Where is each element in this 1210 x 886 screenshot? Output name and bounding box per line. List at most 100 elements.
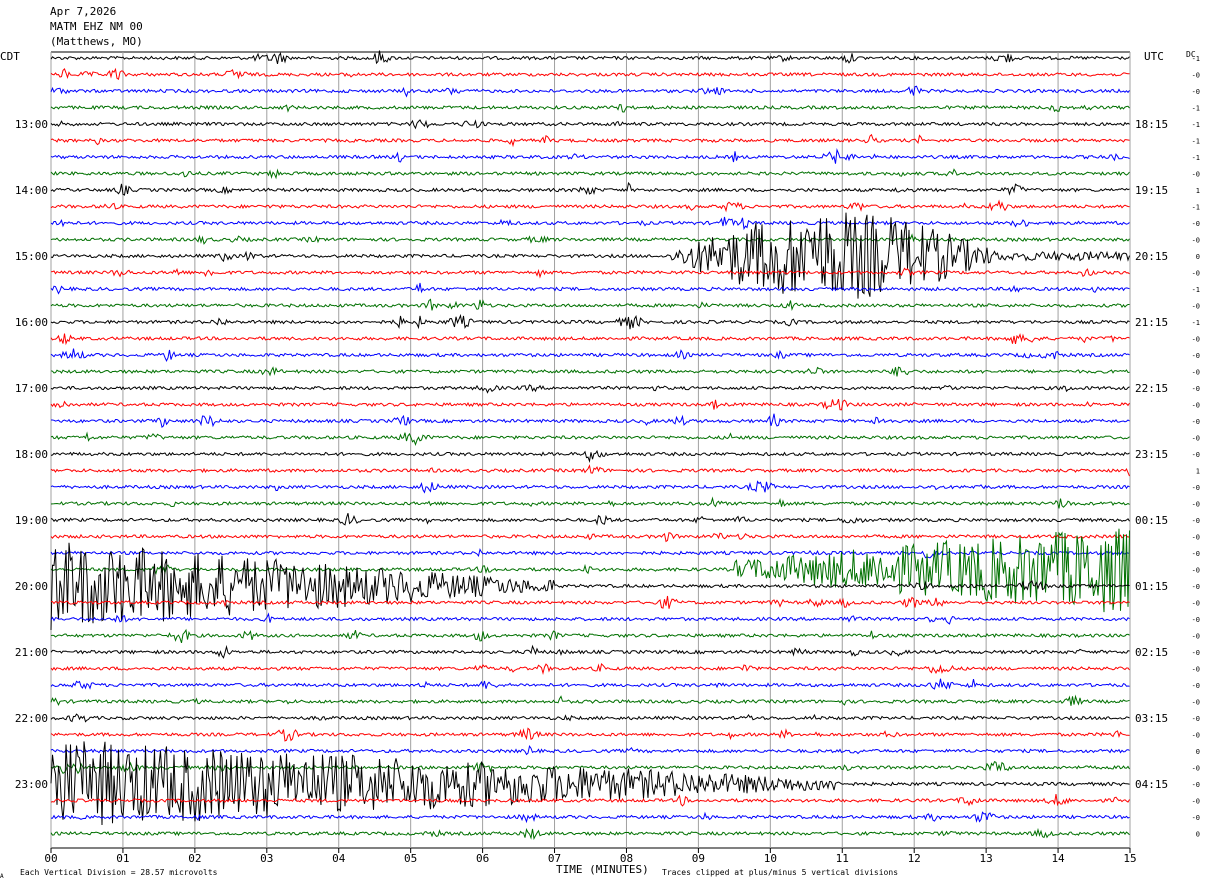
corner-mark: A [0, 873, 4, 880]
x-tick-label: 09 [692, 852, 705, 865]
dc-offset-value: -0 [1192, 798, 1200, 806]
trace-row [50, 628, 1130, 644]
trace-row [50, 333, 1130, 346]
dc-offset-value: 1 [1196, 468, 1200, 476]
cdt-hour-label: 21:00 [15, 646, 48, 659]
dc-offset-value: -0 [1192, 484, 1200, 492]
utc-hour-label: 02:15 [1135, 646, 1168, 659]
trace-row [50, 811, 1130, 824]
axis-labels: 00 01 02 03 04 05 06 07 08 09 10 11 12 13 14 15-1-0-0-1… [15, 55, 1200, 865]
trace-row [50, 168, 1130, 180]
x-tick-label: 15 [1123, 852, 1136, 865]
trace-row [50, 464, 1130, 477]
utc-hour-label: 19:15 [1135, 184, 1168, 197]
dc-offset-value: -0 [1192, 633, 1200, 641]
trace-row [50, 431, 1130, 447]
dc-offset-value: -1 [1192, 55, 1200, 63]
utc-hour-label: 22:15 [1135, 382, 1168, 395]
dc-offset-value: -0 [1192, 567, 1200, 575]
dc-offset-value: 0 [1196, 831, 1200, 839]
dc-offset-value: -0 [1192, 600, 1200, 608]
trace-row [50, 267, 1130, 279]
dc-offset-value: -0 [1192, 649, 1200, 657]
trace-row [50, 794, 1130, 807]
trace-row [51, 413, 1130, 429]
trace-row [50, 85, 1130, 98]
dc-offset-value: -0 [1192, 699, 1200, 707]
trace-row [50, 50, 1130, 65]
utc-hour-label: 20:15 [1135, 250, 1168, 263]
trace-row [50, 644, 1130, 659]
dc-offset-value: -0 [1192, 616, 1200, 624]
dc-offset-value: -0 [1192, 814, 1200, 822]
utc-hour-label: 04:15 [1135, 778, 1168, 791]
trace-row [50, 496, 1130, 509]
trace-row [50, 216, 1130, 231]
trace-row [50, 181, 1130, 196]
dc-offset-value: -1 [1192, 286, 1200, 294]
dc-offset-value: -0 [1192, 583, 1200, 591]
helicorder-plot: 00 01 02 03 04 05 06 07 08 09 10 11 12 13 14 15-1-0-0-1… [15, 50, 1200, 865]
dc-offset-value: -0 [1192, 369, 1200, 377]
dc-offset-value: -1 [1192, 121, 1200, 129]
dc-offset-value: -0 [1192, 418, 1200, 426]
trace-row [50, 449, 1130, 464]
trace-row [50, 612, 1130, 625]
dc-offset-value: 0 [1196, 253, 1200, 261]
dc-offset-value: -0 [1192, 237, 1200, 245]
cdt-hour-label: 22:00 [15, 712, 48, 725]
dc-offset-value: -0 [1192, 303, 1200, 311]
x-tick-label: 12 [908, 852, 921, 865]
trace-row [50, 147, 1130, 164]
trace-row [50, 741, 1130, 826]
trace-row [50, 199, 1130, 213]
trace-row [50, 298, 1130, 312]
dc-offset-value: 1 [1196, 187, 1200, 195]
x-axis-title: TIME (MINUTES) [556, 863, 649, 876]
cdt-hour-label: 19:00 [15, 514, 48, 527]
trace-row [50, 119, 1130, 130]
cdt-hour-label: 15:00 [15, 250, 48, 263]
x-tick-label: 11 [836, 852, 849, 865]
trace-row [50, 678, 1130, 690]
division-note: Each Vertical Division = 28.57 microvolt… [20, 868, 218, 877]
cdt-hour-label: 14:00 [15, 184, 48, 197]
trace-row [50, 528, 1130, 613]
trace-row [50, 548, 1130, 559]
dc-offset-value: -0 [1192, 435, 1200, 443]
dc-offset-value: -1 [1192, 105, 1200, 113]
trace-row [50, 366, 1130, 377]
utc-hour-label: 23:15 [1135, 448, 1168, 461]
trace-row [51, 595, 1130, 609]
dc-offset-value: -0 [1192, 451, 1200, 459]
utc-hour-label: 21:15 [1135, 316, 1168, 329]
trace-row [50, 694, 1130, 707]
dc-offset-value: -1 [1192, 154, 1200, 162]
x-tick-label: 06 [476, 852, 489, 865]
utc-hour-label: 03:15 [1135, 712, 1168, 725]
dc-offset-value: -1 [1192, 138, 1200, 146]
dc-offset-value: -0 [1192, 88, 1200, 96]
cdt-hour-label: 18:00 [15, 448, 48, 461]
trace-row [50, 542, 1130, 631]
dc-offset-value: -0 [1192, 385, 1200, 393]
trace-row [50, 212, 1130, 299]
dc-offset-value: -0 [1192, 534, 1200, 542]
trace-row [50, 827, 1130, 840]
clip-note: Traces clipped at plus/minus 5 vertical … [662, 868, 899, 877]
trace-row [50, 663, 1130, 676]
cdt-hour-label: 17:00 [15, 382, 48, 395]
trace-row [50, 398, 1130, 411]
dc-offset-value: -0 [1192, 517, 1200, 525]
x-tick-label: 00 [44, 852, 57, 865]
dc-offset-value: -0 [1192, 781, 1200, 789]
dc-offset-value: -0 [1192, 715, 1200, 723]
dc-offset-value: -0 [1192, 220, 1200, 228]
cdt-hour-label: 13:00 [15, 118, 48, 131]
trace-row [50, 104, 1130, 113]
trace-row [50, 313, 1130, 330]
dc-offset-value: -0 [1192, 352, 1200, 360]
trace-row [50, 713, 1130, 723]
x-tick-label: 14 [1051, 852, 1065, 865]
trace-row [50, 480, 1130, 494]
